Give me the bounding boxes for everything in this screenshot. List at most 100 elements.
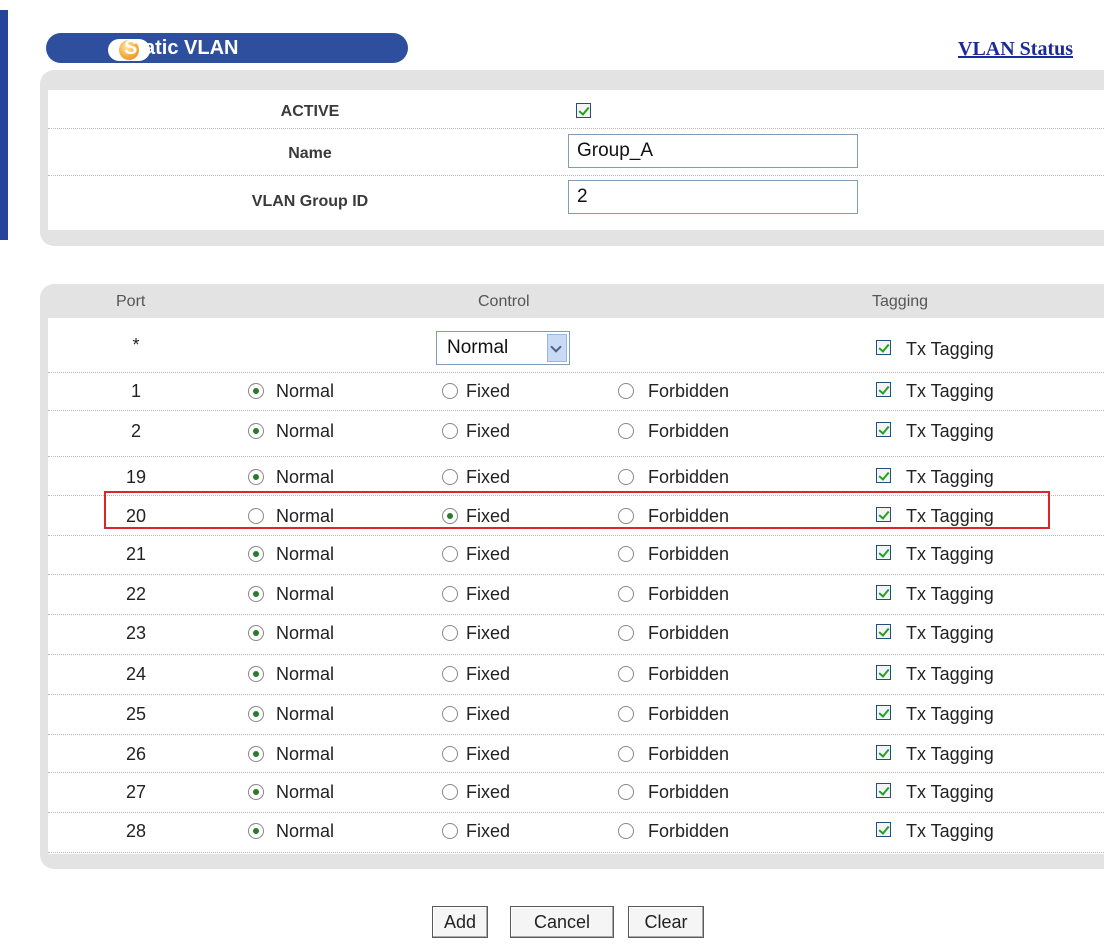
control-radio-normal[interactable] [248, 823, 264, 839]
control-radio-fixed[interactable] [442, 625, 458, 641]
left-edge-bar [0, 10, 8, 240]
tx-tagging-checkbox[interactable] [876, 585, 891, 600]
control-radio-forbidden[interactable] [618, 666, 634, 682]
control-label-forbidden: Forbidden [648, 381, 730, 401]
row-divider [48, 372, 1104, 373]
control-label-fixed: Fixed [466, 744, 511, 764]
control-radio-forbidden[interactable] [618, 546, 634, 562]
control-radio-fixed[interactable] [442, 586, 458, 602]
control-radio-normal[interactable] [248, 383, 264, 399]
chevron-down-icon[interactable] [547, 334, 567, 362]
control-label-fixed: Fixed [466, 821, 511, 841]
row-divider [48, 734, 1104, 735]
tx-tagging-checkbox[interactable] [876, 545, 891, 560]
divider [48, 128, 1104, 129]
tx-tagging-checkbox[interactable] [876, 422, 891, 437]
port-number: 2 [130, 421, 141, 441]
tx-tagging-checkbox[interactable] [876, 745, 891, 760]
active-label: ACTIVE [280, 103, 340, 120]
control-label-forbidden: Forbidden [648, 623, 730, 643]
control-radio-fixed[interactable] [442, 746, 458, 762]
control-radio-normal[interactable] [248, 666, 264, 682]
control-label-fixed: Fixed [466, 584, 511, 604]
control-radio-fixed[interactable] [442, 546, 458, 562]
page-title: Static VLAN [124, 37, 239, 59]
control-label-normal: Normal [276, 467, 335, 487]
tx-tagging-checkbox[interactable] [876, 382, 891, 397]
control-radio-fixed[interactable] [442, 706, 458, 722]
control-radio-fixed[interactable] [442, 823, 458, 839]
control-radio-fixed[interactable] [442, 469, 458, 485]
control-radio-normal[interactable] [248, 706, 264, 722]
tx-tagging-label: Tx Tagging [906, 544, 994, 564]
left-edge-gap [8, 10, 32, 240]
port-number: 25 [125, 704, 147, 724]
control-label-fixed: Fixed [466, 704, 511, 724]
all-ports-marker: * [132, 335, 140, 355]
port-number: 26 [125, 744, 147, 764]
tx-tagging-checkbox[interactable] [876, 468, 891, 483]
port-number: 24 [125, 664, 147, 684]
control-label-fixed: Fixed [466, 664, 511, 684]
control-radio-normal[interactable] [248, 546, 264, 562]
control-radio-forbidden[interactable] [618, 423, 634, 439]
tx-tagging-checkbox[interactable] [876, 822, 891, 837]
row-divider [48, 614, 1104, 615]
row-divider [48, 654, 1104, 655]
control-all-select[interactable]: Normal [436, 331, 570, 365]
control-radio-normal[interactable] [248, 469, 264, 485]
divider [48, 175, 1104, 176]
tx-tagging-all-checkbox[interactable] [876, 340, 891, 355]
control-radio-forbidden[interactable] [618, 823, 634, 839]
control-radio-forbidden[interactable] [618, 706, 634, 722]
control-label-forbidden: Forbidden [648, 782, 730, 802]
port-number: 1 [130, 381, 141, 401]
highlight-box [104, 491, 1050, 529]
name-input[interactable]: Group_A [568, 134, 858, 168]
control-radio-forbidden[interactable] [618, 784, 634, 800]
control-radio-normal[interactable] [248, 784, 264, 800]
control-radio-forbidden[interactable] [618, 469, 634, 485]
control-label-fixed: Fixed [466, 782, 511, 802]
tx-tagging-label: Tx Tagging [906, 381, 994, 401]
control-label-forbidden: Forbidden [648, 664, 730, 684]
control-radio-normal[interactable] [248, 586, 264, 602]
control-radio-fixed[interactable] [442, 784, 458, 800]
column-header-port: Port [116, 293, 146, 310]
control-label-forbidden: Forbidden [648, 421, 730, 441]
control-radio-normal[interactable] [248, 625, 264, 641]
control-label-normal: Normal [276, 821, 335, 841]
control-label-normal: Normal [276, 664, 335, 684]
control-all-select-value: Normal [447, 337, 509, 358]
cancel-button[interactable]: Cancel [510, 906, 614, 938]
control-radio-forbidden[interactable] [618, 625, 634, 641]
control-radio-normal[interactable] [248, 746, 264, 762]
control-radio-fixed[interactable] [442, 383, 458, 399]
vlan-group-id-input[interactable]: 2 [568, 180, 858, 214]
vlan-status-link[interactable]: VLAN Status [958, 37, 1073, 61]
control-radio-forbidden[interactable] [618, 586, 634, 602]
tx-tagging-all-label: Tx Tagging [906, 339, 994, 359]
control-radio-fixed[interactable] [442, 666, 458, 682]
tx-tagging-label: Tx Tagging [906, 467, 994, 487]
tx-tagging-label: Tx Tagging [906, 584, 994, 604]
clear-button[interactable]: Clear [628, 906, 704, 938]
control-radio-forbidden[interactable] [618, 746, 634, 762]
control-radio-normal[interactable] [248, 423, 264, 439]
tx-tagging-label: Tx Tagging [906, 664, 994, 684]
tx-tagging-checkbox[interactable] [876, 624, 891, 639]
row-divider [48, 812, 1104, 813]
row-divider [48, 574, 1104, 575]
active-checkbox[interactable] [576, 103, 591, 118]
tx-tagging-checkbox[interactable] [876, 705, 891, 720]
add-button[interactable]: Add [432, 906, 488, 938]
row-divider [48, 694, 1104, 695]
tx-tagging-label: Tx Tagging [906, 704, 994, 724]
tx-tagging-checkbox[interactable] [876, 665, 891, 680]
control-radio-forbidden[interactable] [618, 383, 634, 399]
tx-tagging-checkbox[interactable] [876, 783, 891, 798]
control-radio-fixed[interactable] [442, 423, 458, 439]
control-label-fixed: Fixed [466, 623, 511, 643]
control-label-forbidden: Forbidden [648, 584, 730, 604]
port-number: 21 [125, 544, 147, 564]
